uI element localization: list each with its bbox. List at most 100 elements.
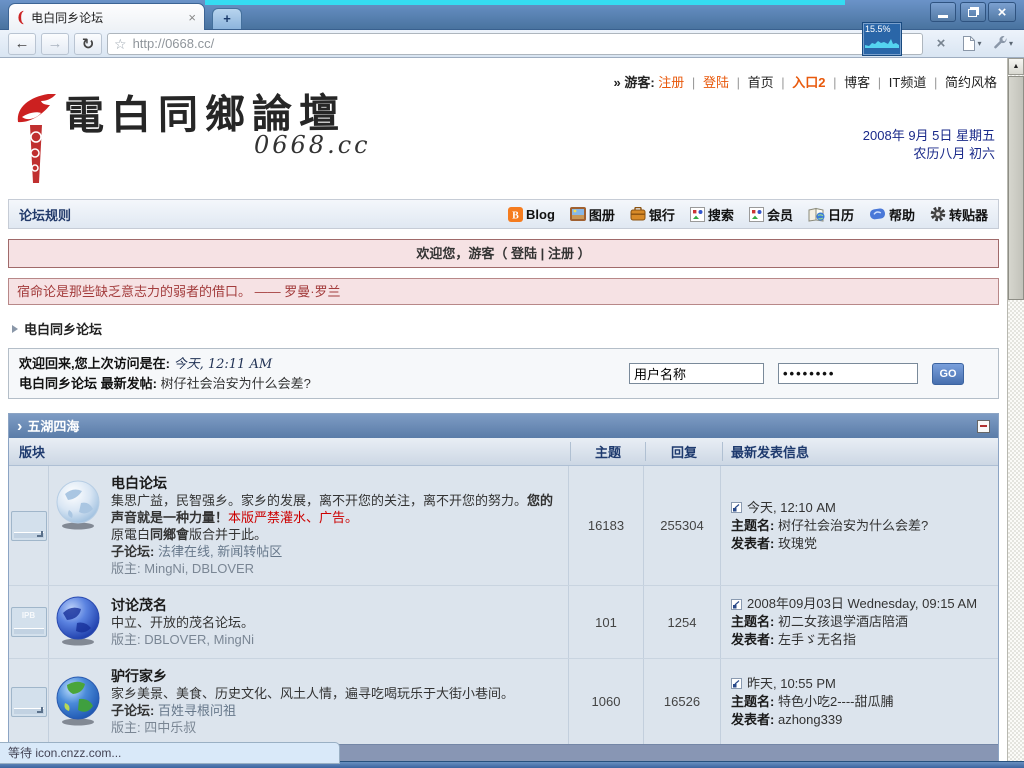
forum-menubar: 论坛规则 B Blog 图册 银行 搜索 — [8, 199, 999, 229]
menu-blog[interactable]: B Blog — [508, 207, 555, 222]
page-menu-button[interactable]: ▾ — [959, 33, 985, 55]
latest-post-link[interactable]: 树仔社会治安为什么会差? — [161, 376, 311, 391]
bookmark-star-icon[interactable]: ☆ — [114, 37, 127, 51]
category-title-link[interactable]: 五湖四海 — [27, 419, 79, 434]
subforum-links[interactable]: 法律在线, 新闻转帖区 — [158, 544, 282, 559]
blogger-icon: B — [508, 207, 523, 222]
minus-icon — [980, 425, 987, 427]
last-poster-link[interactable]: azhong339 — [778, 712, 842, 727]
vertical-scrollbar[interactable]: ▲ — [1007, 58, 1024, 761]
scroll-up-button[interactable]: ▲ — [1008, 58, 1024, 75]
masthead: 電白同鄉論壇 0668.cc 2008年 9月 5日 星期五 农历八月 初六 — [8, 93, 999, 193]
separator: | — [878, 75, 881, 90]
menu-search[interactable]: 搜索 — [690, 205, 734, 224]
stop-button[interactable]: × — [928, 33, 954, 55]
traffic-monitor-widget[interactable]: 15.5% — [862, 22, 902, 56]
board-title-link[interactable]: 电白论坛 — [111, 475, 167, 491]
entry2-link[interactable]: 入口2 — [792, 75, 825, 90]
last-post-icon[interactable] — [731, 678, 742, 689]
moderator-label: 版主: — [111, 561, 141, 576]
address-bar[interactable]: ☆ http://0668.cc/ — [107, 33, 923, 55]
last-topic-link[interactable]: 特色小吃2----甜瓜脯 — [778, 694, 894, 709]
moderator-links[interactable]: DBLOVER, MingNi — [144, 632, 254, 647]
breadcrumb: 电白同乡论坛 — [12, 319, 999, 338]
close-window-button[interactable]: × — [988, 2, 1016, 22]
subforum-links[interactable]: 百姓寻根问祖 — [158, 703, 236, 718]
globe-light-icon — [55, 479, 101, 531]
login-link[interactable]: 登陆 — [703, 75, 729, 90]
menu-label: 帮助 — [889, 205, 915, 224]
menu-label: 日历 — [828, 205, 854, 224]
menu-album[interactable]: 图册 — [570, 205, 615, 224]
menu-label: 图册 — [589, 205, 615, 224]
last-topic-link[interactable]: 初二女孩退学酒店陪酒 — [778, 614, 908, 629]
tab-close-icon[interactable]: × — [188, 11, 196, 24]
wrench-menu-button[interactable]: ▾ — [990, 33, 1016, 55]
menu-repost[interactable]: 转贴器 — [930, 205, 988, 224]
category-bar: ›五湖四海 — [9, 414, 998, 438]
restore-button[interactable] — [960, 2, 986, 22]
board-title-link[interactable]: 讨论茂名 — [111, 597, 167, 613]
photo-album-icon — [570, 207, 586, 221]
breadcrumb-arrow-icon — [12, 325, 18, 333]
gear-icon — [930, 206, 946, 222]
svg-text:B: B — [512, 210, 519, 221]
password-input[interactable] — [778, 363, 918, 384]
separator: | — [934, 75, 937, 90]
board-desc: 集思广益，民智强乡。家乡的发展，离不开您的关注，离不开您的努力。 — [111, 493, 527, 508]
forward-button[interactable]: → — [41, 33, 69, 55]
welcome-login-link[interactable]: 登陆 — [511, 246, 537, 261]
moderator-links[interactable]: 四中乐叔 — [144, 720, 196, 735]
menu-label: 会员 — [767, 205, 793, 224]
welcome-text: ） — [574, 246, 591, 261]
home-link[interactable]: 首页 — [748, 75, 774, 90]
topics-count: 1060 — [569, 659, 644, 744]
topics-count: 16183 — [569, 466, 644, 585]
quote-bar: 宿命论是那些缺乏意志力的弱者的借口。 —— 罗曼·罗兰 — [8, 278, 999, 305]
url-text[interactable]: http://0668.cc/ — [133, 36, 215, 51]
new-tab-button[interactable]: + — [212, 8, 242, 29]
moderator-label: 版主: — [111, 632, 141, 647]
last-post-cell: 昨天, 10:55 PM 主题名: 特色小吃2----甜瓜脯 发表者: azho… — [721, 659, 998, 744]
go-button[interactable]: GO — [932, 363, 964, 385]
breadcrumb-forum-link[interactable]: 电白同乡论坛 — [24, 319, 102, 338]
minimize-button[interactable] — [930, 2, 956, 22]
menu-calendar[interactable]: 日历 — [808, 205, 854, 224]
menu-bank[interactable]: 银行 — [630, 205, 675, 224]
replies-count: 1254 — [644, 586, 721, 658]
moderator-links[interactable]: MingNi, DBLOVER — [144, 561, 254, 576]
reload-button[interactable]: ↻ — [74, 33, 102, 55]
last-topic-link[interactable]: 树仔社会治安为什么会差? — [778, 518, 928, 533]
last-post-icon[interactable] — [731, 502, 742, 513]
back-button[interactable]: ← — [8, 33, 36, 55]
last-poster-link[interactable]: 玫瑰党 — [778, 536, 817, 551]
browser-tab[interactable]: ( 电白同乡论坛 × — [8, 3, 205, 30]
site-logo[interactable]: 電白同鄉論壇 0668.cc — [8, 93, 371, 188]
simple-style-link[interactable]: 简约风格 — [945, 75, 997, 90]
it-channel-link[interactable]: IT频道 — [889, 75, 927, 90]
menu-help[interactable]: 帮助 — [869, 205, 915, 224]
menu-member[interactable]: 会员 — [749, 205, 793, 224]
welcome-register-link[interactable]: 注册 — [548, 246, 574, 261]
board-title-link[interactable]: 驴行家乡 — [111, 668, 167, 684]
blog-link[interactable]: 博客 — [844, 75, 870, 90]
last-poster-link[interactable]: 左手ゞ无名指 — [778, 632, 856, 647]
last-post-time: 昨天, 10:55 PM — [747, 675, 836, 693]
site-topnav: » 游客: 注册 | 登陆 | 首页 | 入口2 | 博客 | IT频道 | 简… — [8, 72, 999, 91]
favicon-torch-icon: ( — [17, 10, 24, 25]
latest-post-label: 电白同乡论坛 最新发帖: — [19, 376, 157, 391]
tab-title: 电白同乡论坛 — [31, 9, 181, 26]
forum-rules-link[interactable]: 论坛规则 — [19, 205, 71, 224]
last-visit-label: 欢迎回来,您上次访问是在: — [19, 356, 170, 371]
table-header-row: 版块 主题 回复 最新发表信息 — [9, 438, 998, 466]
separator: | — [692, 75, 695, 90]
last-post-icon[interactable] — [731, 599, 742, 610]
page-icon — [962, 35, 976, 52]
collapse-category-button[interactable] — [977, 420, 990, 433]
board-cell: 讨论茂名 中立、开放的茂名论坛。 版主: DBLOVER, MingNi — [49, 586, 569, 658]
board-merge-note: 原電白 — [111, 527, 150, 542]
register-link[interactable]: 注册 — [658, 75, 684, 90]
torch-icon — [8, 93, 60, 188]
username-input[interactable] — [629, 363, 764, 384]
scrollbar-thumb[interactable] — [1008, 76, 1024, 300]
